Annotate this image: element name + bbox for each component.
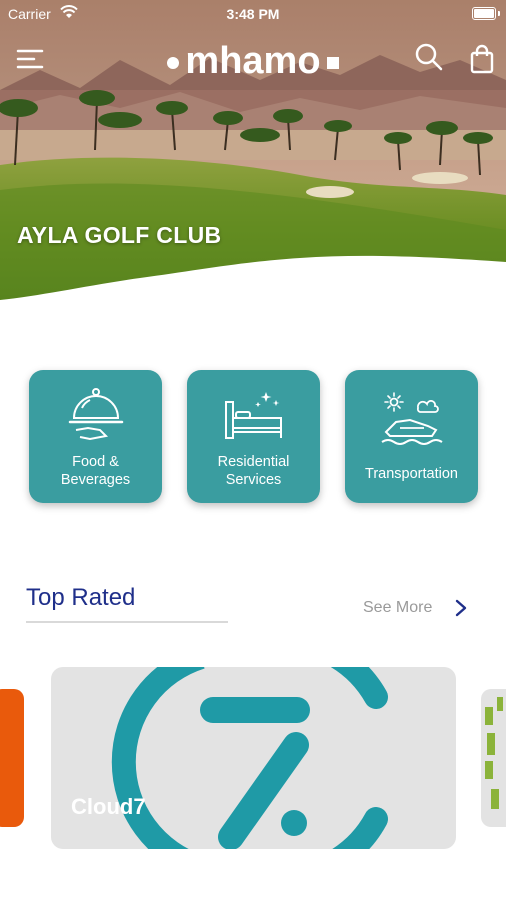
category-label-line2: Beverages	[60, 472, 131, 488]
see-more-link[interactable]: See More	[363, 599, 432, 617]
logo-text: mhamo	[185, 40, 321, 82]
hero-banner: Carrier 3:48 PM mhamo AYLA GOLF CLUB	[0, 0, 506, 305]
hero-title: AYLA GOLF CLUB	[17, 222, 222, 248]
top-rated-card-previous[interactable]	[0, 689, 24, 827]
category-transportation[interactable]: Transportation	[345, 370, 478, 503]
category-label-line1: Residential	[217, 454, 290, 470]
card-title: Cloud7	[71, 794, 146, 819]
category-residential-services[interactable]: Residential Services	[187, 370, 320, 503]
cloud7-logo	[111, 667, 388, 849]
section-underline	[26, 621, 228, 623]
logo-dot	[167, 56, 180, 69]
category-food-beverages[interactable]: Food & Beverages	[29, 370, 162, 503]
clock: 3:48 PM	[226, 6, 280, 22]
next-card-image	[485, 697, 503, 809]
top-rated-card-cloud7[interactable]: Cloud7	[51, 667, 456, 849]
battery-icon	[472, 7, 496, 20]
chevron-right-icon[interactable]	[454, 598, 468, 618]
boat-icon	[380, 392, 443, 445]
category-label-line1: Food &	[72, 454, 119, 470]
section-title-top-rated: Top Rated	[26, 584, 136, 611]
bed-icon	[224, 392, 282, 439]
search-icon[interactable]	[414, 42, 444, 72]
shopping-bag-icon[interactable]	[468, 44, 496, 74]
status-bar: Carrier 3:48 PM	[0, 0, 506, 28]
battery-cap	[498, 11, 500, 16]
top-rated-card-next[interactable]	[481, 689, 506, 827]
serving-cloche-icon	[68, 388, 123, 441]
category-label-line2: Services	[225, 472, 282, 488]
category-label: Transportation	[365, 466, 458, 482]
logo-square	[326, 56, 339, 69]
top-navbar: mhamo	[0, 36, 506, 84]
